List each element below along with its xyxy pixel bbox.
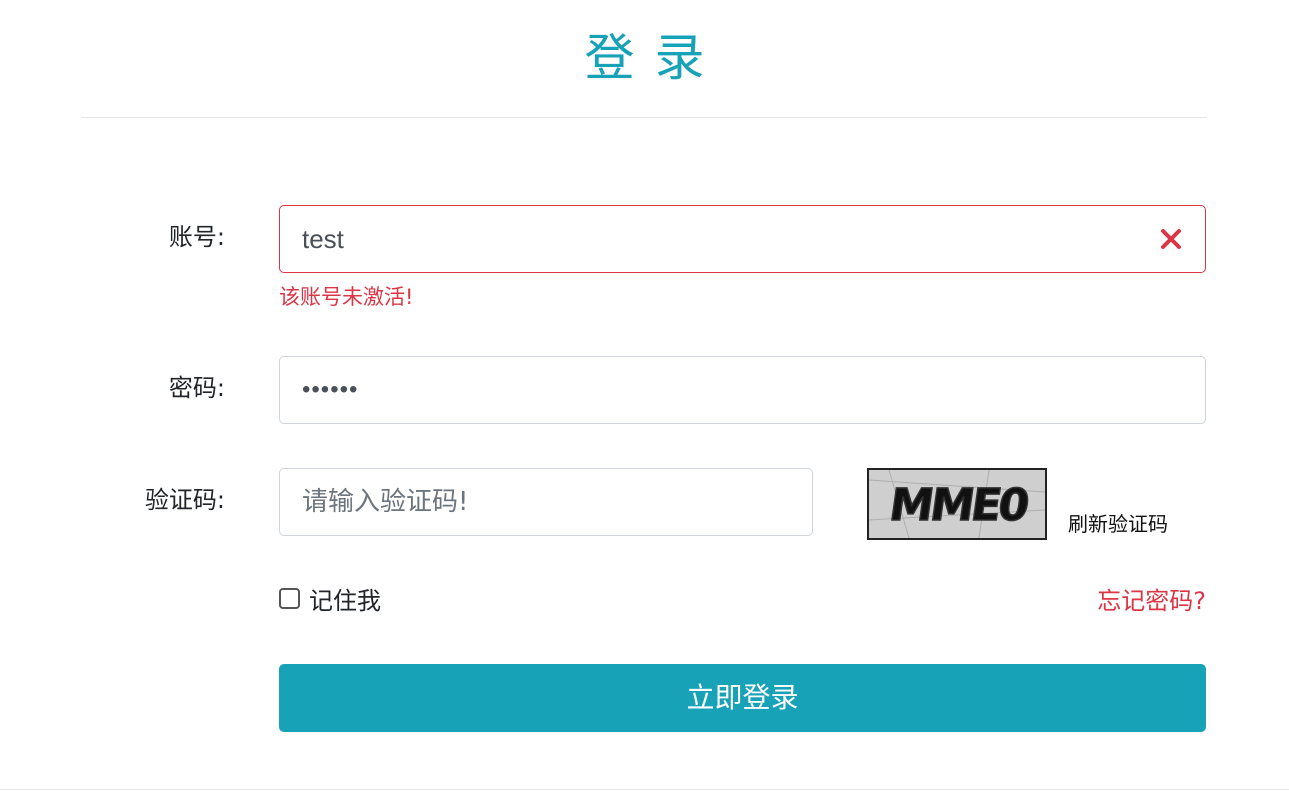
account-error-message: 该账号未激活! <box>279 285 414 309</box>
account-label: 账号: <box>168 223 225 251</box>
captcha-input-placeholder: 请输入验证码! <box>302 487 469 517</box>
captcha-image[interactable]: MME0 <box>867 468 1047 540</box>
remember-checkbox[interactable] <box>279 587 300 609</box>
password-input[interactable]: •••••• <box>279 356 1206 424</box>
captcha-image-text: MME0 <box>886 480 1031 531</box>
remember-label: 记住我 <box>309 587 381 615</box>
invalid-icon <box>1161 229 1181 249</box>
captcha-input[interactable]: 请输入验证码! <box>279 468 813 536</box>
remember-me[interactable]: 记住我 <box>279 586 381 616</box>
password-input-value: •••••• <box>302 376 359 403</box>
refresh-captcha-link[interactable]: 刷新验证码 <box>1068 510 1168 538</box>
login-button[interactable]: 立即登录 <box>279 664 1206 732</box>
forgot-password-link[interactable]: 忘记密码? <box>1097 586 1206 616</box>
captcha-label: 验证码: <box>144 486 225 514</box>
title-divider <box>81 117 1207 118</box>
password-label: 密码: <box>168 374 225 402</box>
footer-divider <box>0 789 1289 790</box>
page-title: 登录 <box>584 29 725 87</box>
account-input[interactable]: test <box>279 205 1206 273</box>
captcha-graphic: MME0 <box>869 470 1045 538</box>
account-input-value: test <box>302 224 344 254</box>
login-page: 登录 账号: test 该账号未激活! 密码: •••••• 验证码: 请输入验… <box>0 0 1289 791</box>
